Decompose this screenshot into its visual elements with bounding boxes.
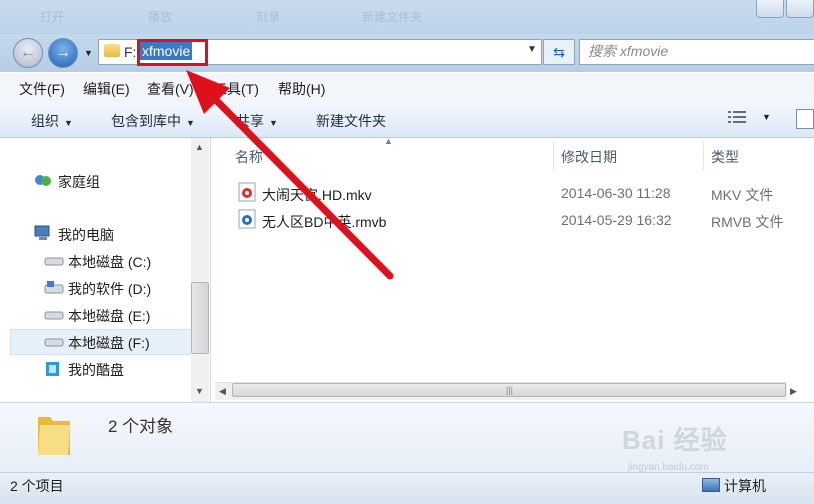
chevron-down-icon: ▼ bbox=[64, 118, 73, 128]
organize-button[interactable]: 组织 ▼ bbox=[31, 111, 73, 131]
refresh-button[interactable]: ⇆ bbox=[543, 39, 575, 65]
nav-homegroup[interactable]: 家庭组 bbox=[58, 172, 100, 192]
mkv-video-icon bbox=[238, 182, 256, 202]
minimize-button[interactable] bbox=[756, 0, 784, 18]
address-drive[interactable]: F: bbox=[124, 44, 136, 60]
chevron-down-icon: ▼ bbox=[269, 118, 278, 128]
refresh-icon: ⇆ bbox=[553, 43, 565, 60]
column-header-name[interactable]: 名称 bbox=[235, 147, 263, 167]
nav-scrollbar-thumb[interactable] bbox=[191, 282, 209, 354]
homegroup-icon bbox=[35, 175, 51, 186]
scroll-grip-icon: ||| bbox=[506, 385, 514, 395]
nav-scrollbar[interactable] bbox=[191, 138, 209, 402]
column-header-date[interactable]: 修改日期 bbox=[561, 147, 617, 167]
search-input[interactable] bbox=[588, 43, 788, 59]
command-bar: 组织 ▼ 包含到库中 ▼ 共享 ▼ 新建文件夹 bbox=[0, 101, 814, 138]
view-options-icon[interactable] bbox=[728, 110, 746, 124]
ghost-toolbar-item: 刻录 bbox=[256, 10, 281, 24]
view-dropdown-icon[interactable]: ▼ bbox=[762, 112, 771, 122]
share-button[interactable]: 共享 ▼ bbox=[236, 111, 278, 131]
computer-icon bbox=[702, 478, 720, 492]
scroll-down-icon[interactable]: ▼ bbox=[195, 386, 204, 396]
menu-help[interactable]: 帮助(H) bbox=[278, 79, 325, 99]
new-folder-button[interactable]: 新建文件夹 bbox=[316, 111, 386, 131]
maximize-button[interactable] bbox=[786, 0, 814, 18]
scroll-left-icon[interactable]: ◀ bbox=[219, 386, 226, 397]
back-button[interactable]: ← bbox=[13, 38, 43, 68]
selection-count: 2 个对象 bbox=[108, 417, 174, 436]
folder-icon bbox=[104, 44, 120, 57]
nav-cloud-disk[interactable]: 我的酷盘 bbox=[68, 360, 124, 380]
menu-edit[interactable]: 编辑(E) bbox=[83, 79, 130, 99]
rmvb-video-icon bbox=[238, 209, 256, 229]
sort-ascending-icon: ▲ bbox=[384, 136, 393, 146]
item-count: 2 个项目 bbox=[10, 478, 64, 494]
back-arrow-icon: ← bbox=[20, 44, 36, 61]
nav-drive-f[interactable]: 本地磁盘 (F:) bbox=[68, 333, 150, 353]
column-divider[interactable] bbox=[703, 140, 704, 170]
file-name[interactable]: 无人区BD中英.rmvb bbox=[262, 212, 386, 232]
file-date: 2014-05-29 16:32 bbox=[561, 212, 672, 228]
drive-icon bbox=[44, 311, 64, 320]
software-drive-icon bbox=[44, 281, 64, 294]
menu-bar: 文件(F) 编辑(E) 查看(V) 工具(T) 帮助(H) bbox=[0, 73, 814, 102]
nav-drive-d[interactable]: 我的软件 (D:) bbox=[68, 279, 151, 299]
search-box[interactable] bbox=[579, 39, 814, 65]
ghost-toolbar-item: 播放 bbox=[148, 10, 173, 24]
nav-drive-c[interactable]: 本地磁盘 (C:) bbox=[68, 252, 151, 272]
title-bar: 打开 播放 刻录 新建文件夹 bbox=[0, 0, 814, 34]
ghost-toolbar-item: 打开 bbox=[40, 10, 65, 24]
drive-icon bbox=[44, 338, 64, 347]
forward-arrow-icon: → bbox=[55, 44, 71, 61]
file-type: RMVB 文件 bbox=[711, 214, 784, 230]
highlight-box bbox=[137, 39, 208, 66]
file-date: 2014-06-30 11:28 bbox=[561, 185, 671, 201]
nav-computer[interactable]: 我的电脑 bbox=[58, 225, 114, 245]
nav-drive-e[interactable]: 本地磁盘 (E:) bbox=[68, 306, 150, 326]
include-library-button[interactable]: 包含到库中 ▼ bbox=[111, 111, 195, 131]
baidu-watermark: Bai 经验 bbox=[622, 425, 728, 455]
drive-icon bbox=[44, 257, 64, 266]
scroll-up-icon[interactable]: ▲ bbox=[195, 142, 204, 152]
cloud-disk-icon bbox=[46, 362, 59, 376]
include-library-label: 包含到库中 bbox=[111, 113, 181, 129]
menu-view[interactable]: 查看(V) bbox=[147, 79, 194, 99]
scroll-right-icon[interactable]: ▶ bbox=[790, 386, 797, 397]
file-type: MKV 文件 bbox=[711, 187, 774, 203]
file-name[interactable]: 大闹天宫.HD.mkv bbox=[262, 185, 372, 205]
column-divider[interactable] bbox=[553, 140, 554, 170]
location-label: 计算机 bbox=[724, 478, 766, 494]
recent-pages-dropdown[interactable]: ▼ bbox=[84, 48, 93, 58]
preview-pane-button[interactable] bbox=[796, 109, 814, 129]
folder-icon bbox=[38, 417, 70, 455]
address-dropdown-icon[interactable]: ▼ bbox=[527, 44, 537, 55]
organize-label: 组织 bbox=[31, 113, 59, 129]
chevron-down-icon: ▼ bbox=[186, 118, 195, 128]
computer-icon bbox=[34, 225, 50, 240]
menu-file[interactable]: 文件(F) bbox=[19, 79, 65, 99]
menu-tools[interactable]: 工具(T) bbox=[213, 79, 259, 99]
ghost-toolbar-item: 新建文件夹 bbox=[362, 10, 423, 24]
forward-button[interactable]: → bbox=[48, 38, 78, 68]
share-label: 共享 bbox=[236, 113, 264, 129]
status-bar bbox=[0, 472, 814, 504]
column-header-type[interactable]: 类型 bbox=[711, 147, 739, 167]
